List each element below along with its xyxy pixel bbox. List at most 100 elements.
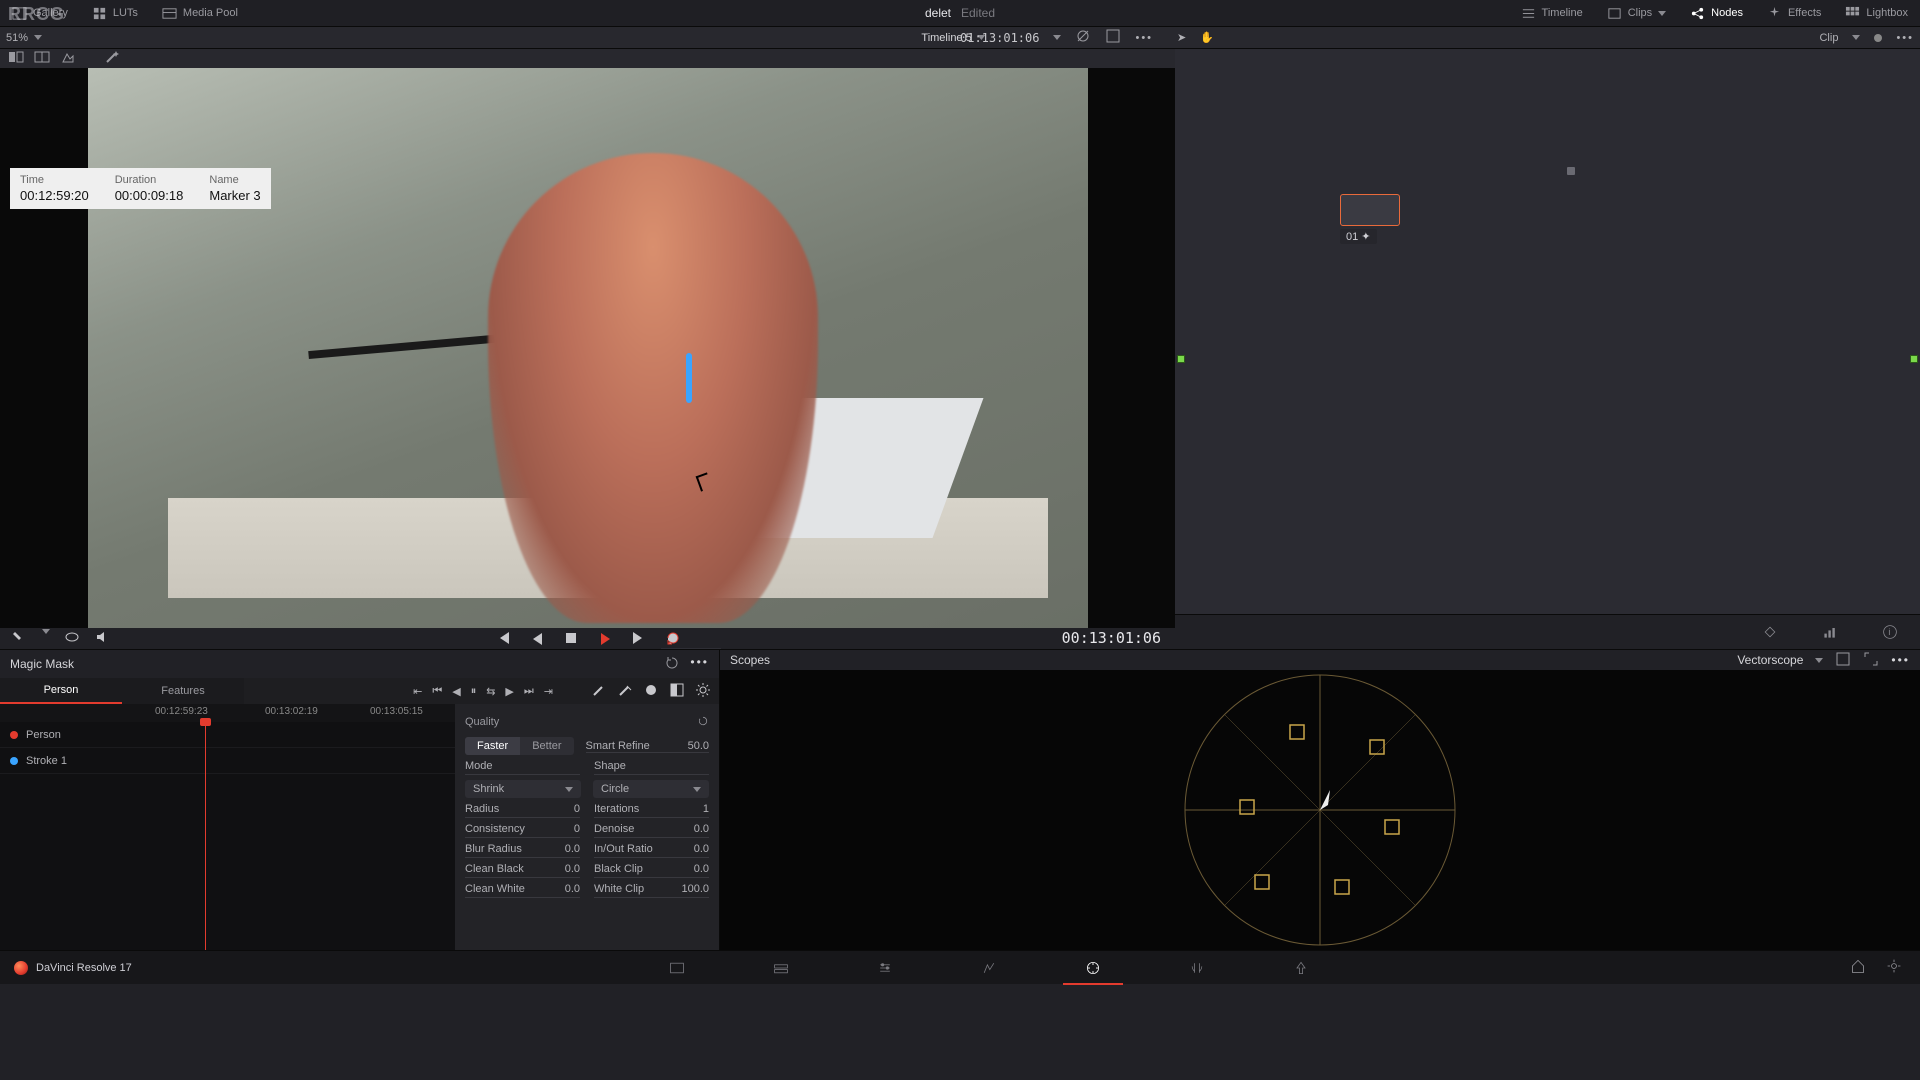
track-reverse-icon[interactable]: ◀ bbox=[452, 685, 460, 698]
reset-icon[interactable] bbox=[664, 655, 680, 674]
onion-skin-icon[interactable] bbox=[64, 629, 80, 648]
reset-icon[interactable] bbox=[697, 715, 709, 730]
smart-refine-value[interactable]: 50.0 bbox=[688, 740, 709, 752]
chevron-down-icon[interactable] bbox=[1852, 35, 1860, 40]
ruler-tick: 00:13:05:15 bbox=[370, 706, 423, 717]
iterations-value[interactable]: 1 bbox=[703, 803, 709, 815]
magic-mask-ruler[interactable]: 00:12:59:23 00:13:02:19 00:13:05:15 bbox=[0, 704, 455, 722]
black-clip-value[interactable]: 0.0 bbox=[694, 863, 709, 875]
page-media[interactable] bbox=[665, 956, 689, 980]
playhead-handle-icon[interactable] bbox=[200, 718, 211, 726]
toggle-overlay-icon[interactable] bbox=[643, 682, 659, 701]
home-icon[interactable] bbox=[1850, 958, 1866, 977]
scopes-panel-button[interactable] bbox=[1800, 624, 1860, 640]
loop-button[interactable] bbox=[663, 628, 683, 648]
chevron-down-icon[interactable] bbox=[42, 629, 50, 634]
invert-track-icon[interactable]: ⇆ bbox=[486, 685, 495, 698]
last-frame-button[interactable] bbox=[629, 628, 649, 648]
stop-button[interactable] bbox=[561, 628, 581, 648]
quality-better[interactable]: Better bbox=[520, 737, 573, 755]
magic-mask-playhead[interactable] bbox=[205, 722, 206, 950]
reverse-play-button[interactable] bbox=[527, 628, 547, 648]
mask-row-person[interactable]: Person bbox=[0, 722, 455, 748]
gallery-toggle[interactable]: Gallery bbox=[0, 0, 80, 26]
pointer-tool-icon[interactable]: ➤ bbox=[1177, 31, 1186, 44]
prev-frame-icon[interactable]: ⏮ bbox=[432, 685, 442, 698]
image-wipe-icon[interactable] bbox=[8, 49, 24, 68]
timeline-toggle[interactable]: Timeline bbox=[1509, 0, 1595, 26]
settings-gear-icon[interactable] bbox=[695, 682, 711, 701]
keyframe-marker[interactable] bbox=[1567, 167, 1575, 175]
quality-faster[interactable]: Faster bbox=[465, 737, 520, 755]
track-one-reverse-icon[interactable]: ⇤ bbox=[413, 685, 422, 698]
corrector-node[interactable] bbox=[1340, 194, 1400, 226]
radius-value[interactable]: 0 bbox=[574, 803, 580, 815]
clip-mode[interactable]: Clip bbox=[1819, 32, 1838, 44]
pause-track-icon[interactable]: ⏸ bbox=[471, 685, 477, 698]
scope-view-icon[interactable] bbox=[1835, 651, 1851, 670]
lower-panels: Magic Mask ••• Person Features ⇤ ⏮ ◀ ⏸ ⇆… bbox=[0, 650, 1920, 950]
track-one-forward-icon[interactable]: ⇥ bbox=[544, 685, 553, 698]
effects-toggle[interactable]: Effects bbox=[1755, 0, 1833, 26]
expand-icon[interactable] bbox=[1105, 28, 1121, 47]
keyframes-panel-button[interactable] bbox=[1740, 624, 1800, 640]
nodes-toggle[interactable]: Nodes bbox=[1678, 0, 1755, 26]
project-settings-icon[interactable] bbox=[1886, 958, 1902, 977]
zoom-value[interactable]: 51% bbox=[6, 32, 28, 44]
quality-segment[interactable]: FasterBetter bbox=[465, 737, 574, 755]
add-stroke-icon[interactable] bbox=[591, 682, 607, 701]
next-frame-icon[interactable]: ⏭ bbox=[524, 685, 534, 698]
more-icon[interactable]: ••• bbox=[1135, 32, 1153, 44]
more-icon[interactable]: ••• bbox=[1896, 32, 1914, 44]
mode-dropdown[interactable]: Shrink bbox=[465, 780, 581, 798]
inout-value[interactable]: 0.0 bbox=[694, 843, 709, 855]
blur-radius-value[interactable]: 0.0 bbox=[565, 843, 580, 855]
page-fairlight[interactable] bbox=[1185, 956, 1209, 980]
page-edit[interactable] bbox=[873, 956, 897, 980]
qualifier-picker-icon[interactable] bbox=[12, 629, 28, 648]
scope-expand-icon[interactable] bbox=[1863, 651, 1879, 670]
chevron-down-icon[interactable] bbox=[1053, 35, 1061, 40]
play-button[interactable] bbox=[595, 628, 615, 648]
transport-timecode[interactable]: 00:13:01:06 bbox=[1062, 629, 1161, 647]
track-forward-icon[interactable]: ▶ bbox=[505, 685, 513, 698]
consistency-value[interactable]: 0 bbox=[574, 823, 580, 835]
viewer-timecode[interactable]: 01:13:01:06 bbox=[960, 31, 1039, 45]
tab-person[interactable]: Person bbox=[0, 678, 122, 704]
viewer[interactable]: Time00:12:59:20 Duration00:00:09:18 Name… bbox=[0, 68, 1175, 628]
graph-output-dot[interactable] bbox=[1910, 355, 1918, 363]
white-clip-value[interactable]: 100.0 bbox=[681, 883, 709, 895]
first-frame-button[interactable] bbox=[493, 628, 513, 648]
page-cut[interactable] bbox=[769, 956, 793, 980]
page-deliver[interactable] bbox=[1289, 956, 1313, 980]
chevron-down-icon[interactable] bbox=[34, 35, 42, 40]
remove-stroke-icon[interactable] bbox=[617, 682, 633, 701]
more-icon[interactable]: ••• bbox=[1891, 653, 1910, 667]
unmix-icon[interactable] bbox=[1075, 28, 1091, 47]
mask-row-stroke[interactable]: Stroke 1 bbox=[0, 748, 455, 774]
mute-icon[interactable] bbox=[94, 629, 110, 648]
denoise-value[interactable]: 0.0 bbox=[694, 823, 709, 835]
magic-wand-icon[interactable] bbox=[104, 49, 120, 68]
lightbox-toggle[interactable]: Lightbox bbox=[1833, 0, 1920, 26]
luts-toggle[interactable]: LUTs bbox=[80, 0, 150, 26]
clean-black-value[interactable]: 0.0 bbox=[565, 863, 580, 875]
toggle-mask-icon[interactable] bbox=[669, 682, 685, 701]
media-pool-toggle[interactable]: Media Pool bbox=[150, 0, 250, 26]
graph-input-dot[interactable] bbox=[1177, 355, 1185, 363]
chevron-down-icon[interactable] bbox=[1815, 658, 1823, 663]
page-fusion[interactable] bbox=[977, 956, 1001, 980]
hand-tool-icon[interactable]: ✋ bbox=[1200, 31, 1214, 44]
page-color[interactable] bbox=[1081, 956, 1105, 980]
keyframe-dot-icon[interactable] bbox=[1874, 34, 1882, 42]
scopes-mode[interactable]: Vectorscope bbox=[1737, 653, 1803, 667]
clips-toggle[interactable]: Clips bbox=[1595, 0, 1678, 26]
shape-dropdown[interactable]: Circle bbox=[593, 780, 709, 798]
node-editor[interactable]: 01 ✦ bbox=[1175, 49, 1920, 614]
highlight-icon[interactable] bbox=[60, 49, 76, 68]
tab-features[interactable]: Features bbox=[122, 678, 244, 704]
more-icon[interactable]: ••• bbox=[690, 655, 709, 674]
info-panel-button[interactable]: i bbox=[1860, 624, 1920, 640]
split-screen-icon[interactable] bbox=[34, 49, 50, 68]
clean-white-value[interactable]: 0.0 bbox=[565, 883, 580, 895]
